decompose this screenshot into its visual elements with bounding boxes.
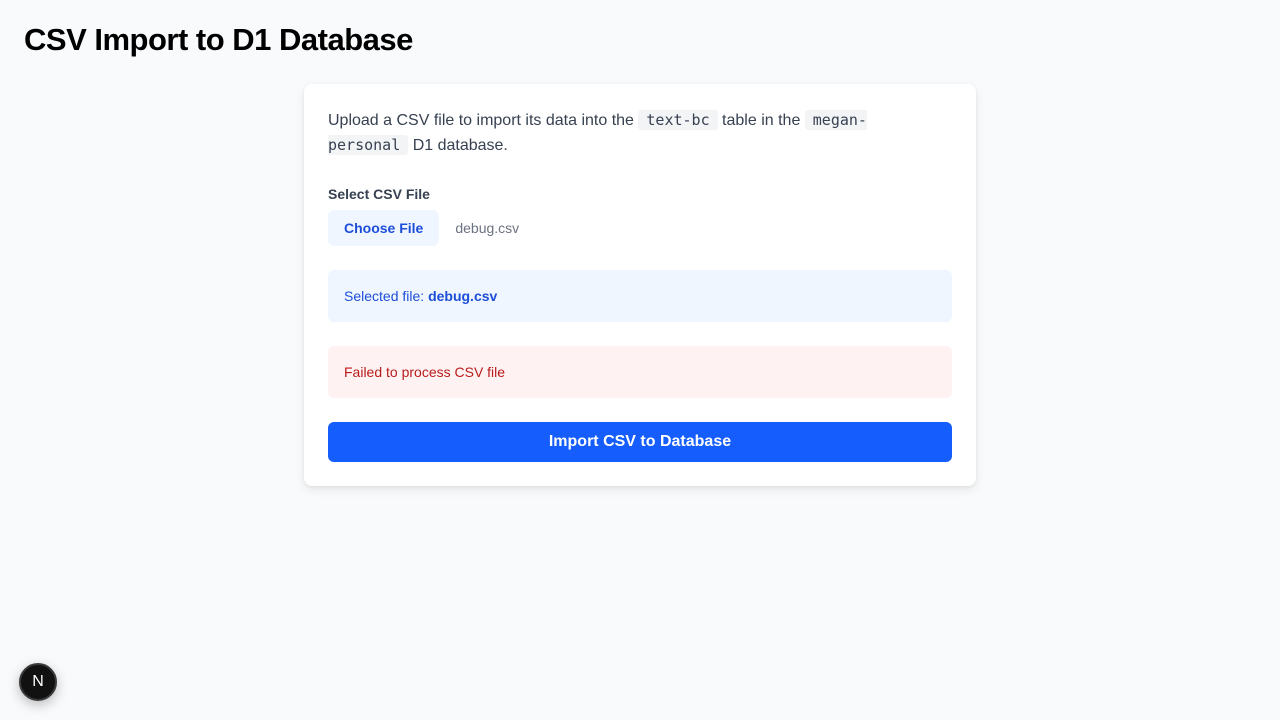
selected-file-prefix: Selected file: [344,288,425,304]
description-text-2: table in the [717,112,805,129]
choose-file-button[interactable]: Choose File [328,210,440,246]
description-text-1: Upload a CSV file to import its data int… [328,112,639,129]
selected-file-info: Selected file: debug.csv [328,270,952,322]
error-message: Failed to process CSV file [344,364,506,380]
import-csv-button[interactable]: Import CSV to Database [328,422,952,462]
description: Upload a CSV file to import its data int… [328,108,888,158]
nextjs-logo-icon: N [32,673,44,690]
file-input[interactable]: Choose File debug.csv [328,210,952,246]
page-title: CSV Import to D1 Database [24,22,413,57]
chosen-file-name: debug.csv [455,220,520,236]
selected-file-name: debug.csv [428,288,498,304]
nextjs-dev-indicator[interactable]: N [19,663,57,701]
error-alert: Failed to process CSV file [328,346,952,398]
file-field-label: Select CSV File [328,186,430,202]
table-name-code: text-bc [638,110,718,130]
description-text-3: D1 database. [408,137,508,154]
import-card: Upload a CSV file to import its data int… [304,84,976,486]
